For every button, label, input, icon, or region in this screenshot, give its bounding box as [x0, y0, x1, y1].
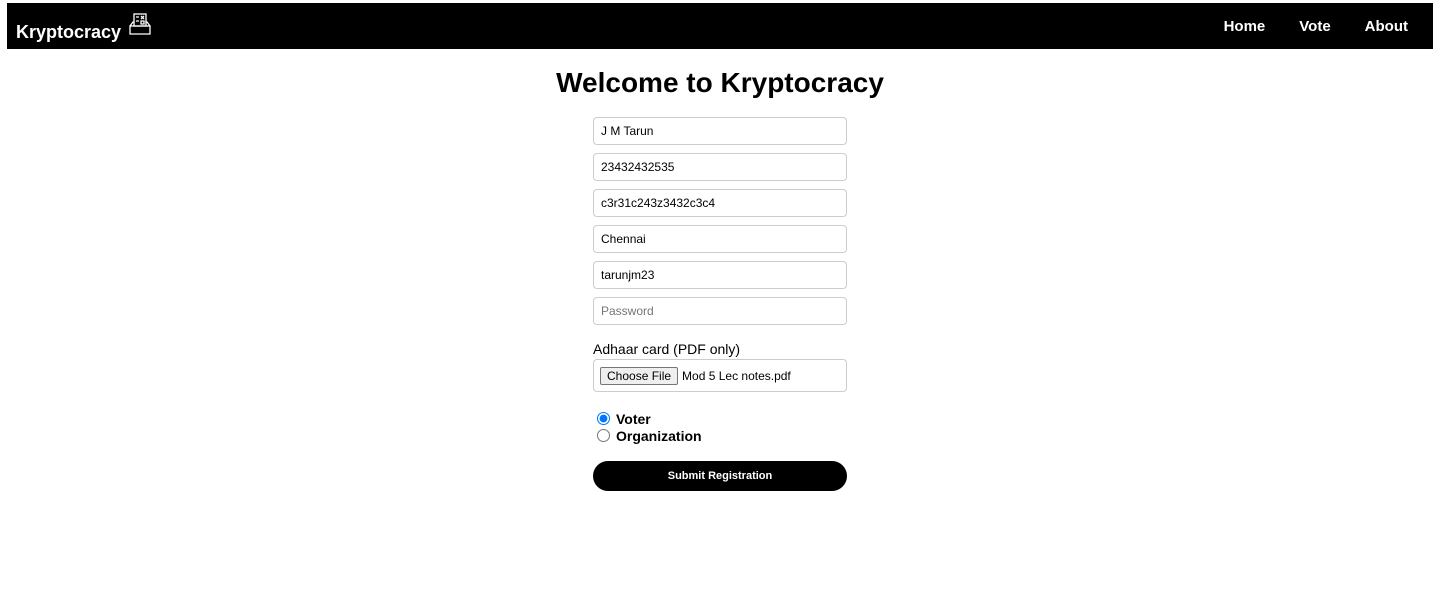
voter-radio[interactable] [597, 412, 610, 425]
wallet-address-input[interactable] [593, 189, 847, 217]
nav-vote[interactable]: Vote [1299, 18, 1330, 35]
username-input[interactable] [593, 261, 847, 289]
choose-file-button[interactable]: Choose File [600, 366, 679, 385]
brand-name[interactable]: Kryptocracy [16, 22, 121, 43]
id-number-input[interactable] [593, 153, 847, 181]
registration-form: Adhaar card (PDF only) Choose File Mod 5… [593, 117, 847, 491]
submit-registration-button[interactable]: Submit Registration [593, 461, 847, 491]
ballot-box-icon [129, 13, 151, 35]
nav-about[interactable]: About [1365, 18, 1408, 35]
navbar: Kryptocracy Home Vote About [7, 3, 1433, 49]
file-input[interactable]: Choose File Mod 5 Lec notes.pdf [593, 359, 847, 392]
password-input[interactable] [593, 297, 847, 325]
page-title: Welcome to Kryptocracy [556, 67, 884, 98]
role-voter[interactable]: Voter [593, 410, 847, 427]
role-organization[interactable]: Organization [593, 427, 847, 444]
voter-label: Voter [616, 410, 651, 427]
nav-home[interactable]: Home [1224, 18, 1266, 35]
name-input[interactable] [593, 117, 847, 145]
organization-label: Organization [616, 427, 702, 444]
organization-radio[interactable] [597, 429, 610, 442]
city-input[interactable] [593, 225, 847, 253]
file-name: Mod 5 Lec notes.pdf [682, 368, 791, 383]
file-label: Adhaar card (PDF only) [593, 341, 741, 357]
